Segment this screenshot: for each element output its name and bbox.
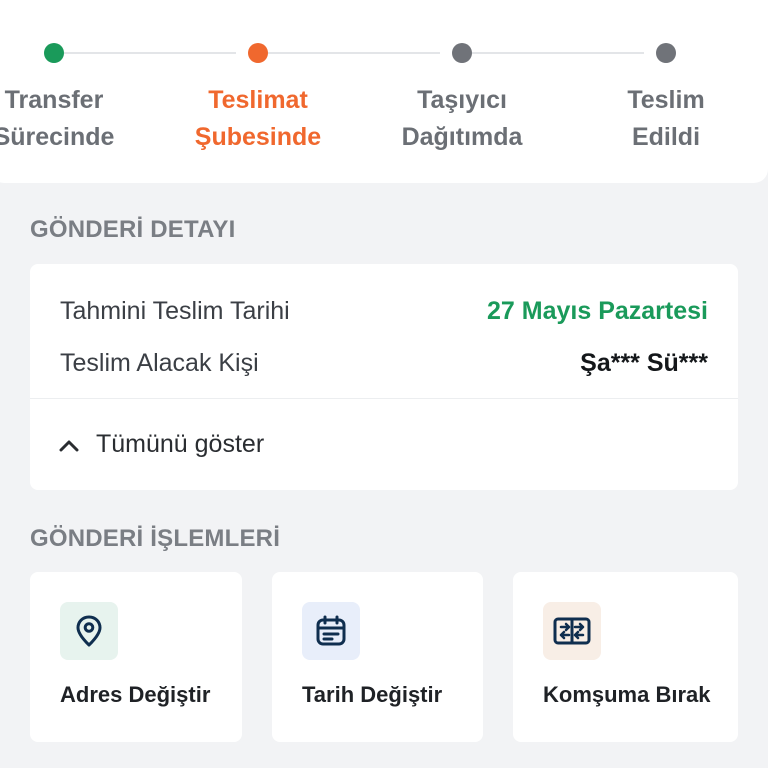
step-label-transfer: Transfer Sürecinde [0, 86, 115, 151]
location-pin-icon [60, 602, 118, 660]
step-dot-courier [452, 43, 472, 63]
track-line [268, 52, 440, 54]
change-date-button[interactable]: Tarih Değiştir [272, 572, 483, 742]
track-line [472, 52, 644, 54]
step-label-delivery-branch: Teslimat Şubesinde [194, 86, 322, 151]
chevron-up-icon [59, 440, 79, 451]
estimated-delivery-label: Tahmini Teslim Tarihi [60, 297, 290, 325]
step-dot-transfer [44, 43, 64, 63]
change-address-label: Adres Değiştir [60, 682, 211, 707]
estimated-delivery-value: 27 Mayıs Pazartesi [487, 297, 708, 325]
shipment-detail-card: Tahmini Teslim Tarihi 27 Mayıs Pazartesi… [30, 264, 738, 490]
shipment-actions-title: GÖNDERİ İŞLEMLERİ [30, 525, 281, 552]
show-all-toggle[interactable]: Tümünü göster [58, 430, 264, 459]
step-dot-delivered [656, 43, 676, 63]
step-dot-delivery-branch [248, 43, 268, 63]
shipment-tracker: Transfer Sürecinde Teslimat Şubesinde Ta… [0, 0, 768, 183]
step-label-delivered: Teslim Edildi [627, 86, 705, 151]
recipient-label: Teslim Alacak Kişi [60, 349, 259, 377]
shipment-detail-title: GÖNDERİ DETAYI [30, 216, 236, 243]
recipient-value: Şa*** Sü*** [580, 349, 708, 377]
step-label-courier: Taşıyıcı Dağıtımda [401, 86, 523, 151]
leave-with-neighbor-label: Komşuma Bırak [543, 682, 711, 707]
transfer-icon [543, 602, 601, 660]
change-address-button[interactable]: Adres Değiştir [30, 572, 242, 742]
show-all-label: Tümünü göster [96, 430, 265, 458]
change-date-label: Tarih Değiştir [302, 682, 443, 707]
track-line [64, 52, 236, 54]
calendar-icon [302, 602, 360, 660]
divider [30, 398, 738, 399]
leave-with-neighbor-button[interactable]: Komşuma Bırak [513, 572, 738, 742]
